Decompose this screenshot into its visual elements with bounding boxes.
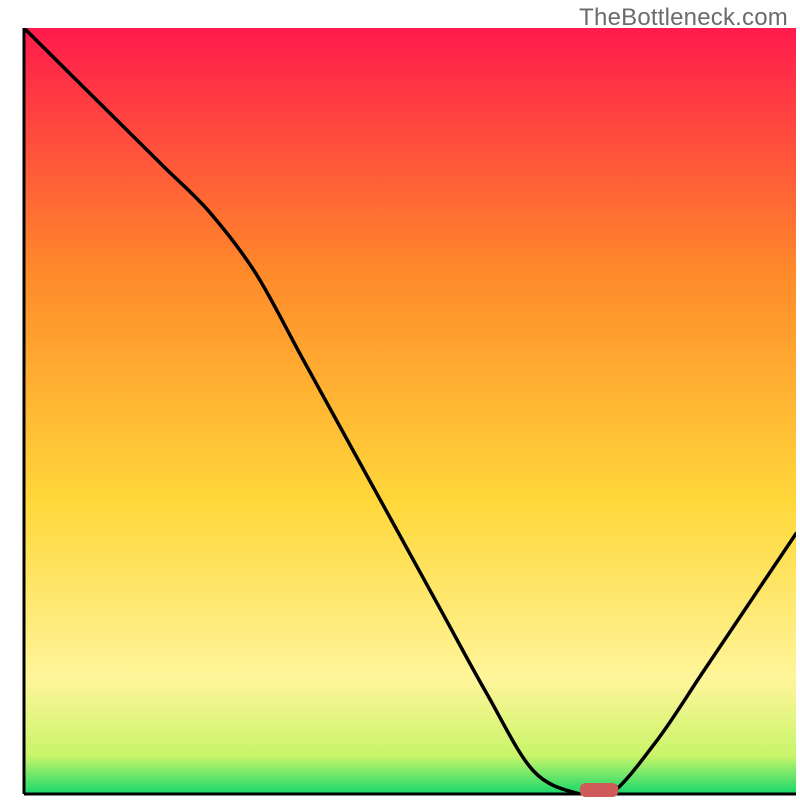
optimal-marker	[580, 783, 619, 797]
bottleneck-chart	[0, 0, 800, 800]
chart-container: TheBottleneck.com	[0, 0, 800, 800]
